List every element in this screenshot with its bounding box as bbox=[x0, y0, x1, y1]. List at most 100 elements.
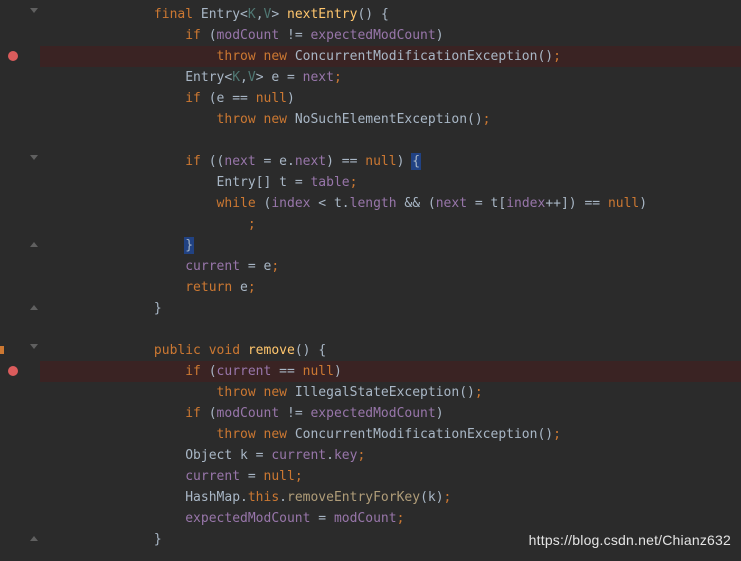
code-line[interactable]: } bbox=[40, 235, 741, 256]
token: ]) bbox=[561, 196, 584, 211]
token: = bbox=[256, 154, 279, 169]
fold-expand-icon[interactable] bbox=[29, 154, 39, 164]
token: . bbox=[326, 448, 334, 463]
code-line[interactable]: public void remove() { bbox=[40, 340, 741, 361]
fold-collapse-icon[interactable] bbox=[29, 532, 39, 542]
override-marker-icon[interactable] bbox=[0, 346, 4, 354]
code-line[interactable]: if (e == null) bbox=[40, 88, 741, 109]
token: == bbox=[584, 196, 607, 211]
token: throw new bbox=[217, 385, 295, 400]
token: ; bbox=[295, 469, 303, 484]
code-line[interactable]: current = null; bbox=[40, 466, 741, 487]
gutter-line[interactable] bbox=[0, 382, 40, 403]
code-line[interactable]: Entry[] t = table; bbox=[40, 172, 741, 193]
token: final bbox=[154, 7, 201, 22]
token: null bbox=[303, 364, 334, 379]
token: ++ bbox=[545, 196, 561, 211]
gutter-line[interactable] bbox=[0, 319, 40, 340]
token: public bbox=[154, 343, 209, 358]
gutter-line[interactable] bbox=[0, 235, 40, 256]
token: nextEntry bbox=[287, 7, 357, 22]
gutter-line[interactable] bbox=[0, 67, 40, 88]
token: == bbox=[342, 154, 365, 169]
code-line[interactable]: throw new IllegalStateException(); bbox=[40, 382, 741, 403]
token: } bbox=[154, 301, 162, 316]
code-line[interactable]: if (modCount != expectedModCount) bbox=[40, 25, 741, 46]
token: > bbox=[271, 7, 287, 22]
gutter-line[interactable] bbox=[0, 466, 40, 487]
token: ) bbox=[436, 28, 444, 43]
gutter-line[interactable] bbox=[0, 193, 40, 214]
token: expectedModCount bbox=[310, 406, 435, 421]
token: key bbox=[334, 448, 357, 463]
fold-expand-icon[interactable] bbox=[29, 7, 39, 17]
code-editor[interactable]: final Entry<K,V> nextEntry() { if (modCo… bbox=[0, 0, 741, 561]
token: current bbox=[217, 364, 272, 379]
gutter-line[interactable] bbox=[0, 130, 40, 151]
token: ) bbox=[639, 196, 647, 211]
code-line[interactable]: Entry<K,V> e = next; bbox=[40, 67, 741, 88]
token: HashMap bbox=[185, 490, 240, 505]
code-line[interactable] bbox=[40, 319, 741, 340]
code-line[interactable]: throw new ConcurrentModificationExceptio… bbox=[40, 424, 741, 445]
token: index bbox=[506, 196, 545, 211]
gutter-line[interactable] bbox=[0, 340, 40, 361]
gutter-line[interactable] bbox=[0, 46, 40, 67]
code-line[interactable]: HashMap.this.removeEntryForKey(k); bbox=[40, 487, 741, 508]
code-line[interactable]: ; bbox=[40, 214, 741, 235]
gutter-line[interactable] bbox=[0, 256, 40, 277]
code-line[interactable]: throw new NoSuchElementException(); bbox=[40, 109, 741, 130]
gutter[interactable] bbox=[0, 0, 40, 561]
breakpoint-icon[interactable] bbox=[8, 366, 18, 376]
token: t. bbox=[334, 196, 350, 211]
token: = bbox=[240, 469, 263, 484]
gutter-line[interactable] bbox=[0, 4, 40, 25]
fold-collapse-icon[interactable] bbox=[29, 238, 39, 248]
token: ; bbox=[397, 511, 405, 526]
code-area[interactable]: final Entry<K,V> nextEntry() { if (modCo… bbox=[40, 0, 741, 561]
code-line[interactable]: if ((next = e.next) == null) { bbox=[40, 151, 741, 172]
token: ; bbox=[271, 259, 279, 274]
gutter-line[interactable] bbox=[0, 445, 40, 466]
gutter-line[interactable] bbox=[0, 487, 40, 508]
gutter-line[interactable] bbox=[0, 151, 40, 172]
code-line[interactable]: if (current == null) bbox=[40, 361, 741, 382]
code-line[interactable]: current = e; bbox=[40, 256, 741, 277]
token: ConcurrentModificationException bbox=[295, 427, 538, 442]
code-line[interactable]: throw new ConcurrentModificationExceptio… bbox=[40, 46, 741, 67]
token: () bbox=[295, 343, 318, 358]
gutter-line[interactable] bbox=[0, 424, 40, 445]
breakpoint-icon[interactable] bbox=[8, 51, 18, 61]
gutter-line[interactable] bbox=[0, 88, 40, 109]
token: = bbox=[240, 259, 263, 274]
code-line[interactable] bbox=[40, 130, 741, 151]
token: current bbox=[271, 448, 326, 463]
gutter-line[interactable] bbox=[0, 109, 40, 130]
gutter-line[interactable] bbox=[0, 529, 40, 550]
gutter-line[interactable] bbox=[0, 214, 40, 235]
token: () bbox=[537, 49, 553, 64]
token: < bbox=[240, 7, 248, 22]
gutter-line[interactable] bbox=[0, 172, 40, 193]
token: = bbox=[279, 70, 302, 85]
code-line[interactable]: while (index < t.length && (next = t[ind… bbox=[40, 193, 741, 214]
token: } bbox=[154, 532, 162, 547]
gutter-line[interactable] bbox=[0, 277, 40, 298]
token: , bbox=[240, 70, 248, 85]
gutter-line[interactable] bbox=[0, 25, 40, 46]
code-line[interactable]: final Entry<K,V> nextEntry() { bbox=[40, 4, 741, 25]
gutter-line[interactable] bbox=[0, 298, 40, 319]
gutter-line[interactable] bbox=[0, 361, 40, 382]
code-line[interactable]: } bbox=[40, 298, 741, 319]
code-line[interactable]: Object k = current.key; bbox=[40, 445, 741, 466]
code-line[interactable]: expectedModCount = modCount; bbox=[40, 508, 741, 529]
token: null bbox=[608, 196, 639, 211]
fold-expand-icon[interactable] bbox=[29, 343, 39, 353]
fold-collapse-icon[interactable] bbox=[29, 301, 39, 311]
code-line[interactable]: return e; bbox=[40, 277, 741, 298]
gutter-line[interactable] bbox=[0, 403, 40, 424]
code-line[interactable]: if (modCount != expectedModCount) bbox=[40, 403, 741, 424]
token: if bbox=[185, 406, 208, 421]
gutter-line[interactable] bbox=[0, 508, 40, 529]
token: index bbox=[271, 196, 310, 211]
